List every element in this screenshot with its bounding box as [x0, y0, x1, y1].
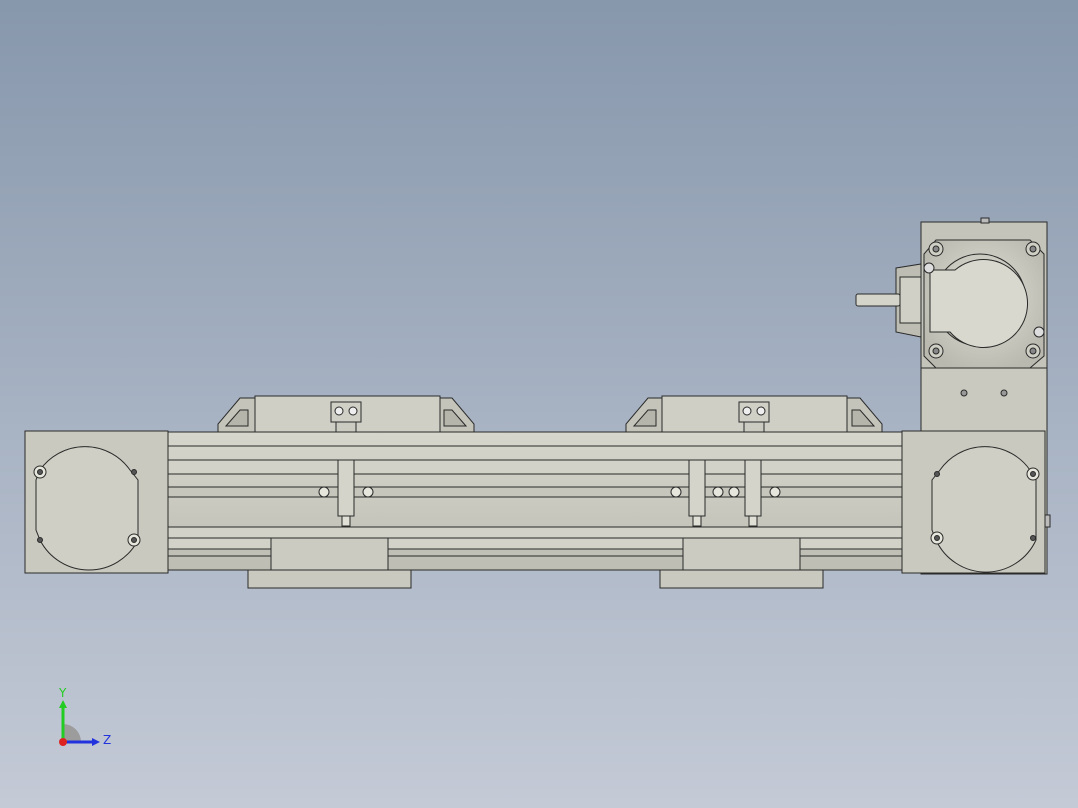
z-axis-label: Z: [103, 733, 111, 747]
x-axis-dot: [59, 738, 67, 746]
sensor-left[interactable]: [337, 459, 355, 527]
end-plate-left[interactable]: [24, 430, 169, 574]
rail-profile[interactable]: [149, 431, 921, 571]
sensor-right[interactable]: [744, 459, 762, 527]
orientation-triad: Y Z: [58, 686, 111, 747]
y-axis-arrow: [59, 700, 67, 708]
motor-shaft[interactable]: [855, 263, 922, 338]
cad-viewport[interactable]: [0, 0, 1078, 808]
z-axis-arrow: [92, 738, 100, 746]
y-axis-label: Y: [58, 686, 67, 700]
sensor-middle[interactable]: [688, 459, 706, 527]
end-plate-right[interactable]: [901, 430, 1046, 574]
linear-module-assembly[interactable]: [24, 217, 1051, 589]
mount-pad-right[interactable]: [659, 537, 824, 589]
mount-pad-left[interactable]: [247, 537, 412, 589]
